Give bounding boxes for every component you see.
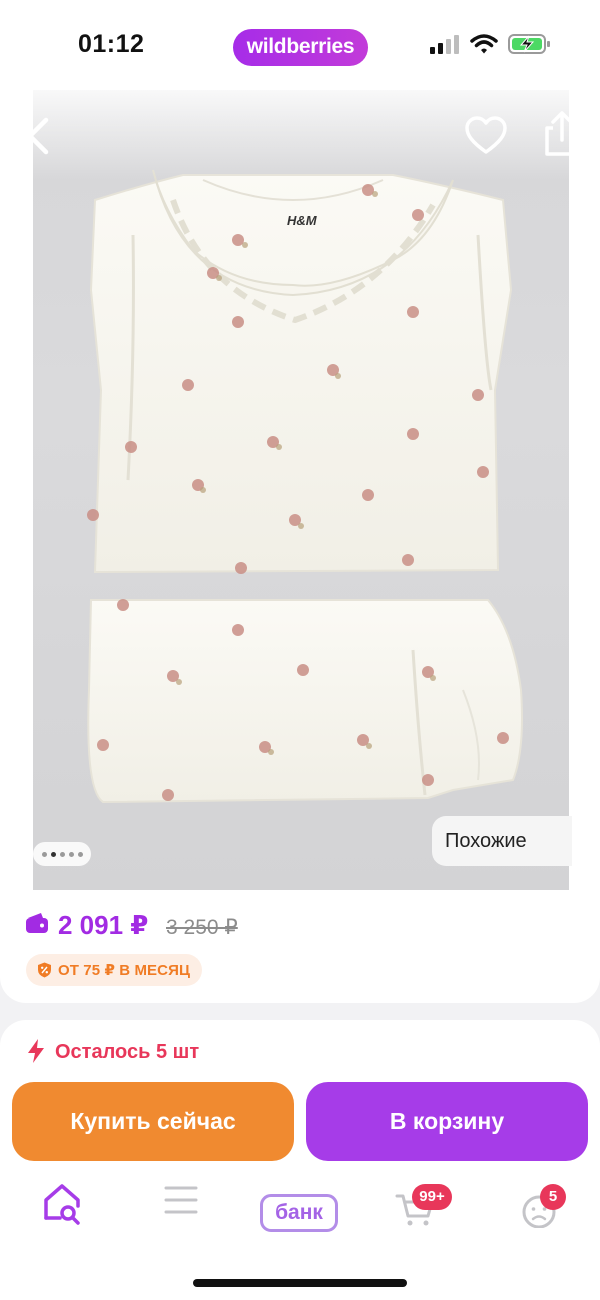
add-to-cart-button[interactable]: В корзину	[306, 1082, 588, 1161]
price-current: 2 091 ₽	[58, 910, 149, 940]
bank-icon: банк	[260, 1194, 338, 1232]
purchase-panel: Осталось 5 шт Купить сейчас В корзину	[0, 1020, 600, 1300]
buy-now-button[interactable]: Купить сейчас	[12, 1082, 294, 1161]
home-indicator	[193, 1279, 407, 1287]
battery-charging-icon	[508, 34, 550, 54]
status-time: 01:12	[78, 30, 145, 58]
installment-badge[interactable]: ОТ 75 ₽ В МЕСЯЦ	[26, 954, 203, 986]
signal-icon	[430, 35, 459, 54]
wifi-icon	[470, 34, 498, 54]
pajama-set-image: H&M	[87, 169, 523, 804]
tab-cart[interactable]: 99+	[392, 1172, 462, 1228]
stock-remaining: Осталось 5 шт	[55, 1041, 200, 1063]
photo-top-fade	[0, 90, 600, 180]
pagination-dot	[77, 851, 83, 857]
tab-bank[interactable]: банк	[258, 1172, 342, 1232]
back-arrow-icon[interactable]	[18, 112, 62, 160]
profile-notification-badge: 5	[540, 1184, 566, 1210]
price-card: 2 091 ₽ 3 250 ₽ ОТ 75 ₽ В МЕСЯЦ	[0, 890, 600, 1003]
cart-count-badge: 99+	[412, 1184, 452, 1210]
catalog-menu-icon	[164, 1186, 198, 1214]
tab-catalog[interactable]	[156, 1172, 206, 1228]
installment-text: ОТ 75 ₽ В МЕСЯЦ	[58, 962, 191, 979]
pagination-dot	[59, 851, 65, 857]
pagination-dot	[68, 851, 74, 857]
product-photo[interactable]: H&M	[33, 90, 569, 890]
discount-shield-icon	[38, 962, 51, 978]
home-search-icon	[44, 1184, 80, 1225]
pagination-dot-active	[50, 851, 56, 857]
share-icon[interactable]	[538, 108, 586, 160]
lightning-icon	[28, 1039, 44, 1063]
product-gallery[interactable]: H&M	[0, 90, 600, 890]
svg-text:H&M: H&M	[287, 213, 318, 228]
tab-home[interactable]	[38, 1172, 88, 1228]
gallery-pagination[interactable]	[33, 842, 91, 866]
price-old: 3 250 ₽	[166, 916, 238, 939]
wallet-icon	[26, 913, 48, 933]
pagination-dot	[41, 851, 47, 857]
brand-logo[interactable]: wildberries	[233, 29, 368, 66]
tab-profile[interactable]: 5	[512, 1172, 582, 1229]
heart-icon[interactable]	[462, 112, 510, 160]
status-bar: 01:12 wildberries	[0, 0, 600, 90]
similar-products-button[interactable]: Похожие	[432, 816, 572, 866]
